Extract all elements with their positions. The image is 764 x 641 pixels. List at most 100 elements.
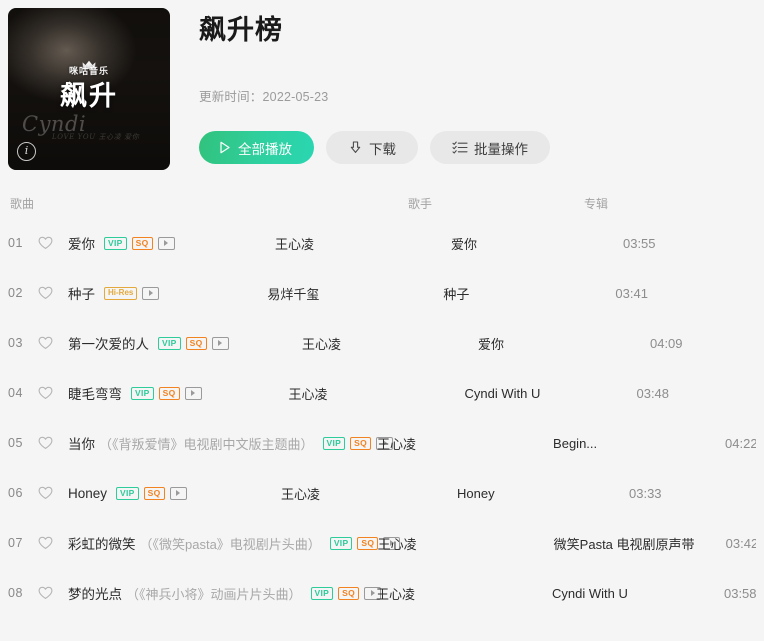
song-title[interactable]: 爱你	[68, 233, 95, 253]
song-title[interactable]: 梦的光点	[68, 583, 122, 603]
sq-badge[interactable]: SQ	[143, 486, 165, 500]
album-name[interactable]: 种子	[443, 287, 469, 302]
mv-badge[interactable]	[142, 286, 160, 300]
table-row[interactable]: 05 当你 （《背叛爱情》电视剧中文版主题曲） VIP SQ 王心凌 Begin... 04:…	[8, 418, 756, 468]
table-row[interactable]: 06 Honey VIP SQ 王心凌 Honey 03:33	[8, 468, 756, 518]
hires-badge[interactable]: Hi-Res	[104, 286, 138, 300]
favorite-button[interactable]	[38, 436, 66, 450]
song-badges: VIP SQ	[131, 386, 202, 400]
table-row[interactable]: 07 彩虹的微笑 （《微笑pasta》电视剧片头曲） VIP SQ 王心凌 微笑Pasta …	[8, 518, 756, 568]
duration-cell: 03:33	[629, 486, 756, 501]
action-button-row: 全部播放 下载 批量操作	[199, 131, 764, 165]
vip-badge[interactable]: VIP	[158, 336, 181, 350]
duration-value: 04:09	[649, 335, 683, 351]
sq-badge[interactable]: SQ	[158, 386, 180, 400]
artist-cell: 王心凌	[378, 534, 554, 553]
artist-name[interactable]: 王心凌	[281, 487, 320, 502]
batch-operation-button[interactable]: 批量操作	[430, 131, 550, 165]
info-icon[interactable]: i	[17, 142, 36, 161]
song-title[interactable]: 当你	[68, 433, 95, 453]
album-cover[interactable]: 咪咕音乐 飙升 Cyndi LOVE YOU 王心凌 爱你 i	[8, 8, 170, 170]
album-cell: Honey	[457, 486, 629, 501]
album-name[interactable]: 微笑Pasta 电视剧原声带	[554, 537, 695, 552]
update-time-value: 2022-05-23	[262, 90, 329, 105]
sq-badge[interactable]: SQ	[131, 236, 153, 250]
heart-icon	[38, 386, 53, 399]
table-row[interactable]: 02 种子 Hi-Res 易烊千玺 种子 03:41	[8, 268, 756, 318]
song-cell: 第一次爱的人 VIP SQ	[66, 333, 302, 353]
song-cell: 睫毛弯弯 VIP SQ	[66, 383, 288, 403]
playlist-header: 咪咕音乐 飙升 Cyndi LOVE YOU 王心凌 爱你 i 飙升榜 更新时间…	[0, 0, 764, 180]
album-name[interactable]: Cyndi With U	[464, 386, 540, 401]
download-button[interactable]: 下载	[326, 131, 418, 165]
play-all-label: 全部播放	[238, 141, 292, 157]
artist-name[interactable]: 王心凌	[288, 387, 327, 402]
column-header-artist: 歌手	[408, 196, 433, 211]
heart-icon	[38, 336, 53, 349]
artist-cell: 易烊千玺	[267, 284, 443, 303]
mv-badge[interactable]	[157, 236, 175, 250]
song-subtitle: （《微笑pasta》电视剧片头曲）	[139, 536, 321, 552]
vip-badge[interactable]: VIP	[329, 536, 353, 550]
mv-play-icon	[191, 390, 195, 396]
duration-cell: 04:09	[650, 336, 756, 351]
favorite-button[interactable]	[38, 286, 66, 300]
album-name[interactable]: 爱你	[451, 237, 477, 252]
album-name[interactable]: Cyndi With U	[552, 586, 628, 601]
row-index: 01	[8, 236, 23, 250]
favorite-button[interactable]	[38, 486, 66, 500]
download-label: 下载	[369, 141, 396, 157]
table-row[interactable]: 01 爱你 VIP SQ 王心凌 爱你 03:55	[8, 218, 756, 268]
song-badges: Hi-Res	[104, 286, 160, 300]
mv-badge[interactable]	[169, 486, 187, 500]
duration-cell: 03:55	[623, 236, 756, 251]
vip-badge[interactable]: VIP	[131, 386, 154, 400]
artist-name[interactable]: 王心凌	[376, 587, 415, 602]
album-cell: Cyndi With U	[464, 386, 636, 401]
favorite-button[interactable]	[38, 236, 66, 250]
song-title[interactable]: 种子	[68, 283, 95, 303]
header-details: 飙升榜 更新时间：2022-05-23 全部播放 下载 批量操作	[170, 8, 764, 180]
artist-name[interactable]: 王心凌	[378, 537, 417, 552]
duration-value: 03:55	[622, 235, 656, 251]
artist-name[interactable]: 王心凌	[377, 437, 416, 452]
mv-play-icon	[164, 240, 168, 246]
duration-value: 03:58	[723, 585, 756, 601]
table-row[interactable]: 08 梦的光点 （《神兵小将》动画片片头曲） VIP SQ 王心凌 Cyndi With U…	[8, 568, 756, 618]
favorite-button[interactable]	[38, 536, 66, 550]
song-title[interactable]: 睫毛弯弯	[68, 383, 122, 403]
vip-badge[interactable]: VIP	[116, 486, 139, 500]
song-title[interactable]: 第一次爱的人	[68, 333, 149, 353]
favorite-button[interactable]	[38, 586, 66, 600]
vip-badge[interactable]: VIP	[310, 586, 334, 600]
batch-operation-label: 批量操作	[474, 141, 528, 157]
table-row[interactable]: 03 第一次爱的人 VIP SQ 王心凌 爱你 04:09	[8, 318, 756, 368]
cover-script-subtext: LOVE YOU 王心凌 爱你	[52, 133, 140, 141]
sq-badge[interactable]: SQ	[350, 436, 372, 450]
mv-badge[interactable]	[211, 336, 229, 350]
sq-badge[interactable]: SQ	[185, 336, 207, 350]
play-all-button[interactable]: 全部播放	[199, 131, 314, 165]
artist-name[interactable]: 王心凌	[275, 237, 314, 252]
album-name[interactable]: Honey	[457, 486, 495, 501]
vip-badge[interactable]: VIP	[104, 236, 127, 250]
sq-badge[interactable]: SQ	[357, 536, 379, 550]
artist-name[interactable]: 王心凌	[302, 337, 341, 352]
table-row[interactable]: 04 睫毛弯弯 VIP SQ 王心凌 Cyndi With U 03:48	[8, 368, 756, 418]
update-time: 更新时间：2022-05-23	[199, 86, 764, 105]
favorite-button[interactable]	[38, 336, 66, 350]
duration-value: 04:22	[725, 435, 756, 451]
song-table: 歌曲 歌手 专辑 时长 01爱你VIPSQ王心凌爱你03:5502种子Hi-Re…	[0, 188, 764, 618]
album-name[interactable]: Begin...	[553, 436, 597, 451]
song-badges: VIP SQ	[158, 336, 229, 350]
song-title[interactable]: 彩虹的微笑	[68, 533, 136, 553]
song-title[interactable]: Honey	[68, 486, 107, 501]
favorite-button[interactable]	[38, 386, 66, 400]
album-name[interactable]: 爱你	[478, 337, 504, 352]
mv-badge[interactable]	[184, 386, 202, 400]
vip-badge[interactable]: VIP	[322, 436, 346, 450]
column-header-album: 专辑	[584, 196, 609, 211]
sq-badge[interactable]: SQ	[338, 586, 360, 600]
table-body: 01 爱你 VIP SQ 王心凌 爱你 03:55 02 种子 Hi-Res 易烊千玺 种子 03:41…	[8, 218, 756, 618]
artist-name[interactable]: 易烊千玺	[267, 287, 319, 302]
